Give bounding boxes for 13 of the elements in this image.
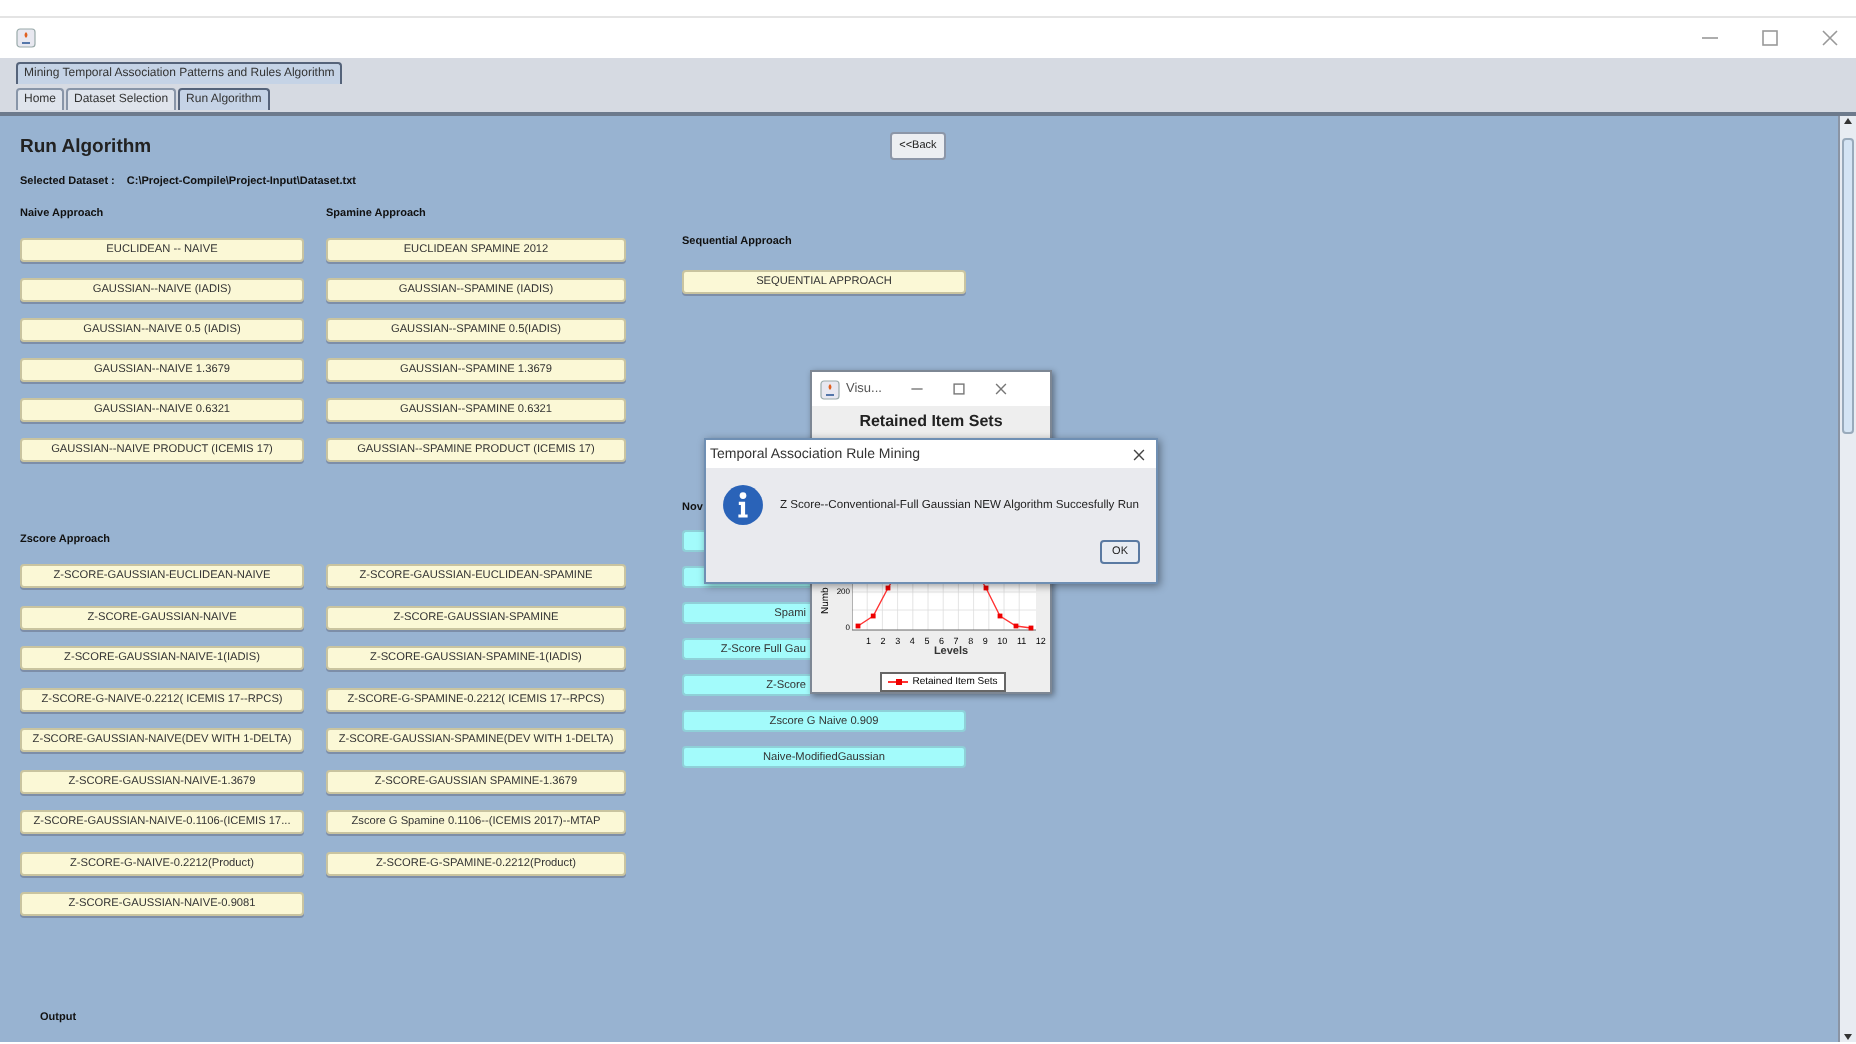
close-icon[interactable] <box>993 382 1008 396</box>
scroll-down-icon[interactable] <box>1842 1032 1854 1042</box>
close-icon[interactable] <box>1132 447 1146 461</box>
chart-title: Retained Item Sets <box>857 412 1005 430</box>
info-icon <box>722 484 764 526</box>
app-icon <box>820 379 840 399</box>
scrollbar[interactable] <box>1838 116 1856 1042</box>
minimize-icon[interactable] <box>909 382 924 396</box>
maximize-icon[interactable] <box>951 382 966 396</box>
legend-marker-icon <box>888 678 909 686</box>
maximize-icon[interactable] <box>1760 28 1780 48</box>
app-icon <box>16 28 36 48</box>
page-title: Run Algorithm <box>20 135 152 157</box>
